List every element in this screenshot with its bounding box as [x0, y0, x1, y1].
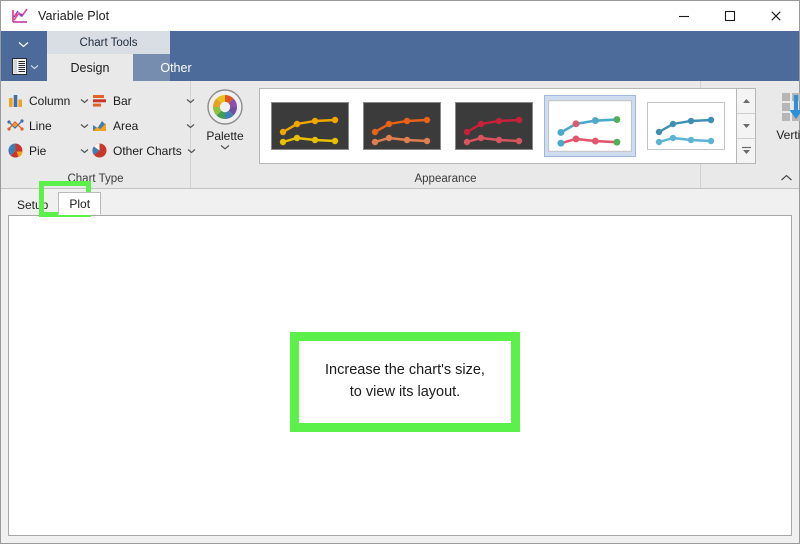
window-title: Variable Plot [38, 9, 110, 23]
application-window: Variable Plot Chart Tools Design Other C… [0, 0, 800, 544]
chevron-down-icon [30, 64, 39, 69]
chart-type-controls: Column Bar Line Area Pie Other Charts [1, 81, 196, 170]
chart-type-column-button[interactable]: Column [7, 88, 91, 113]
chart-type-column-label: Column [29, 93, 71, 108]
collapse-ribbon-button[interactable] [780, 171, 793, 185]
appearance-controls: Palette Verti [191, 81, 800, 170]
ribbon-body: Column Bar Line Area Pie Other Charts Ch… [1, 81, 800, 189]
palette-label: Palette [206, 128, 244, 143]
appearance-style-blue-green-light[interactable] [544, 94, 636, 157]
document-tab-strip: Setup Plot [1, 181, 799, 217]
bar-chart-icon [93, 95, 106, 107]
document-list-icon [12, 58, 27, 75]
appearance-style-orange-dark[interactable] [360, 99, 444, 153]
chart-type-other-charts-label: Other Charts [113, 143, 182, 158]
chevron-down-icon [18, 41, 28, 47]
pie-chart-icon [8, 143, 23, 158]
tab-other[interactable]: Other [133, 54, 219, 81]
title-bar: Variable Plot [1, 1, 799, 31]
maximize-icon [724, 10, 736, 22]
chart-type-pie-label: Pie [29, 143, 47, 158]
chevron-down-icon[interactable] [220, 144, 230, 150]
style-preview-icon [271, 101, 349, 150]
chart-type-line-button[interactable]: Line [7, 113, 91, 138]
appearance-gallery [259, 87, 737, 164]
chart-type-pie-button[interactable]: Pie [7, 138, 91, 163]
tab-setup[interactable]: Setup [7, 194, 58, 215]
tab-plot[interactable]: Plot [58, 192, 102, 215]
line-chart-icon [7, 119, 24, 131]
maximize-button[interactable] [707, 1, 753, 31]
quick-access-toolbar [1, 31, 47, 81]
style-preview-icon [455, 101, 533, 150]
chart-type-area-label: Area [113, 118, 139, 133]
ribbon-group-appearance: Palette Verti Appearance [191, 81, 800, 188]
style-preview-icon [363, 101, 441, 150]
chart-type-area-button[interactable]: Area [91, 113, 197, 138]
appearance-style-red-dark[interactable] [452, 99, 536, 153]
chart-type-bar-button[interactable]: Bar [91, 88, 197, 113]
area-chart-icon [93, 121, 106, 131]
plot-message-box: Increase the chart's size, to view its l… [290, 332, 520, 432]
ribbon-empty-area [701, 81, 799, 188]
palette-button[interactable]: Palette [197, 84, 253, 168]
plot-canvas[interactable]: Increase the chart's size, to view its l… [8, 215, 792, 536]
plot-message-text: Increase the chart's size, to view its l… [325, 362, 485, 400]
column-chart-icon [9, 95, 22, 107]
chevron-down-icon[interactable] [80, 98, 89, 104]
ribbon-tab-strip: Chart Tools Design Other [1, 31, 799, 81]
minimize-button[interactable] [661, 1, 707, 31]
chevron-up-icon [781, 174, 792, 181]
customize-quick-access-button[interactable] [15, 39, 31, 49]
ribbon-tabs: Design Other [47, 54, 219, 81]
document-menu-button[interactable] [12, 58, 39, 75]
appearance-gallery-wrap [259, 87, 756, 164]
chevron-down-icon[interactable] [80, 148, 89, 154]
plot-area-container: Increase the chart's size, to view its l… [1, 215, 799, 543]
minimize-icon [679, 15, 689, 18]
chart-type-bar-label: Bar [113, 93, 132, 108]
tab-design[interactable]: Design [47, 54, 133, 81]
style-preview-icon [548, 99, 632, 152]
group-label-chart-type: Chart Type [67, 173, 124, 185]
color-wheel-icon [207, 88, 243, 125]
chart-type-line-label: Line [29, 118, 52, 133]
chart-type-other-charts-button[interactable]: Other Charts [91, 138, 197, 163]
appearance-style-amber-dark[interactable] [268, 99, 352, 153]
chevron-down-icon[interactable] [80, 123, 89, 129]
close-button[interactable] [753, 1, 799, 31]
contextual-tab-label: Chart Tools [47, 31, 170, 54]
window-controls [661, 1, 799, 31]
ribbon-group-chart-type: Column Bar Line Area Pie Other Charts Ch… [1, 81, 196, 188]
other-charts-icon [92, 143, 107, 158]
variable-plot-icon [12, 8, 28, 23]
group-label-appearance: Appearance [414, 173, 477, 185]
close-icon [771, 11, 781, 21]
